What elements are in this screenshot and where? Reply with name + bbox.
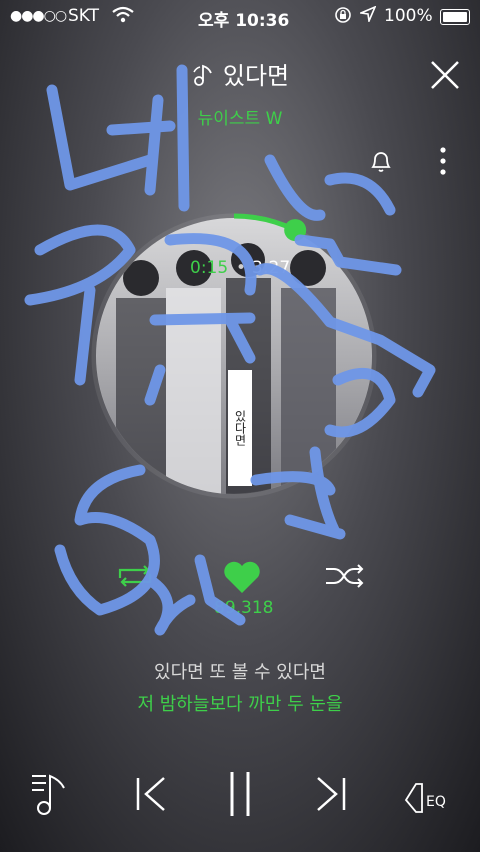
rotation-lock-icon	[334, 6, 352, 28]
status-bar: ●●●○○ SKT 오후 10:36 100%	[0, 0, 480, 32]
next-icon[interactable]	[310, 770, 350, 818]
playlist-icon[interactable]	[30, 770, 76, 818]
wifi-icon	[112, 6, 134, 29]
previous-icon[interactable]	[132, 770, 172, 818]
album-title-label: 있다면	[228, 370, 252, 486]
bell-icon[interactable]	[368, 148, 394, 174]
signal-strength: ●●●○○	[10, 8, 67, 24]
total-duration: 3:27	[252, 258, 291, 278]
heart-icon[interactable]	[222, 560, 262, 596]
more-icon[interactable]	[436, 146, 450, 176]
pause-icon[interactable]	[222, 770, 258, 818]
progress-knob	[284, 219, 307, 242]
eq-icon[interactable]: EQ	[404, 770, 456, 818]
battery-icon	[440, 9, 470, 25]
shuffle-icon[interactable]	[324, 562, 366, 590]
clock: 오후 10:36	[198, 11, 290, 31]
close-icon[interactable]	[428, 58, 462, 92]
song-title: 있다면	[0, 56, 480, 91]
location-icon	[358, 5, 377, 27]
elapsed-time: 0:15	[190, 258, 229, 278]
like-count: 89,318	[214, 598, 274, 618]
music-note-icon	[193, 64, 212, 86]
carrier-name: SKT	[68, 6, 100, 26]
battery-percent: 100%	[384, 6, 433, 26]
svg-text:EQ: EQ	[426, 794, 446, 810]
lyric-current-line[interactable]: 저 밤하늘보다 까만 두 눈을	[0, 690, 480, 716]
artist-name[interactable]: 뉴이스트 W	[0, 104, 480, 129]
repeat-icon[interactable]	[114, 562, 156, 590]
song-title-text: 있다면	[222, 62, 290, 90]
lyric-previous-line[interactable]: 있다면 또 볼 수 있다면	[0, 658, 480, 684]
time-separator: •	[236, 258, 247, 278]
